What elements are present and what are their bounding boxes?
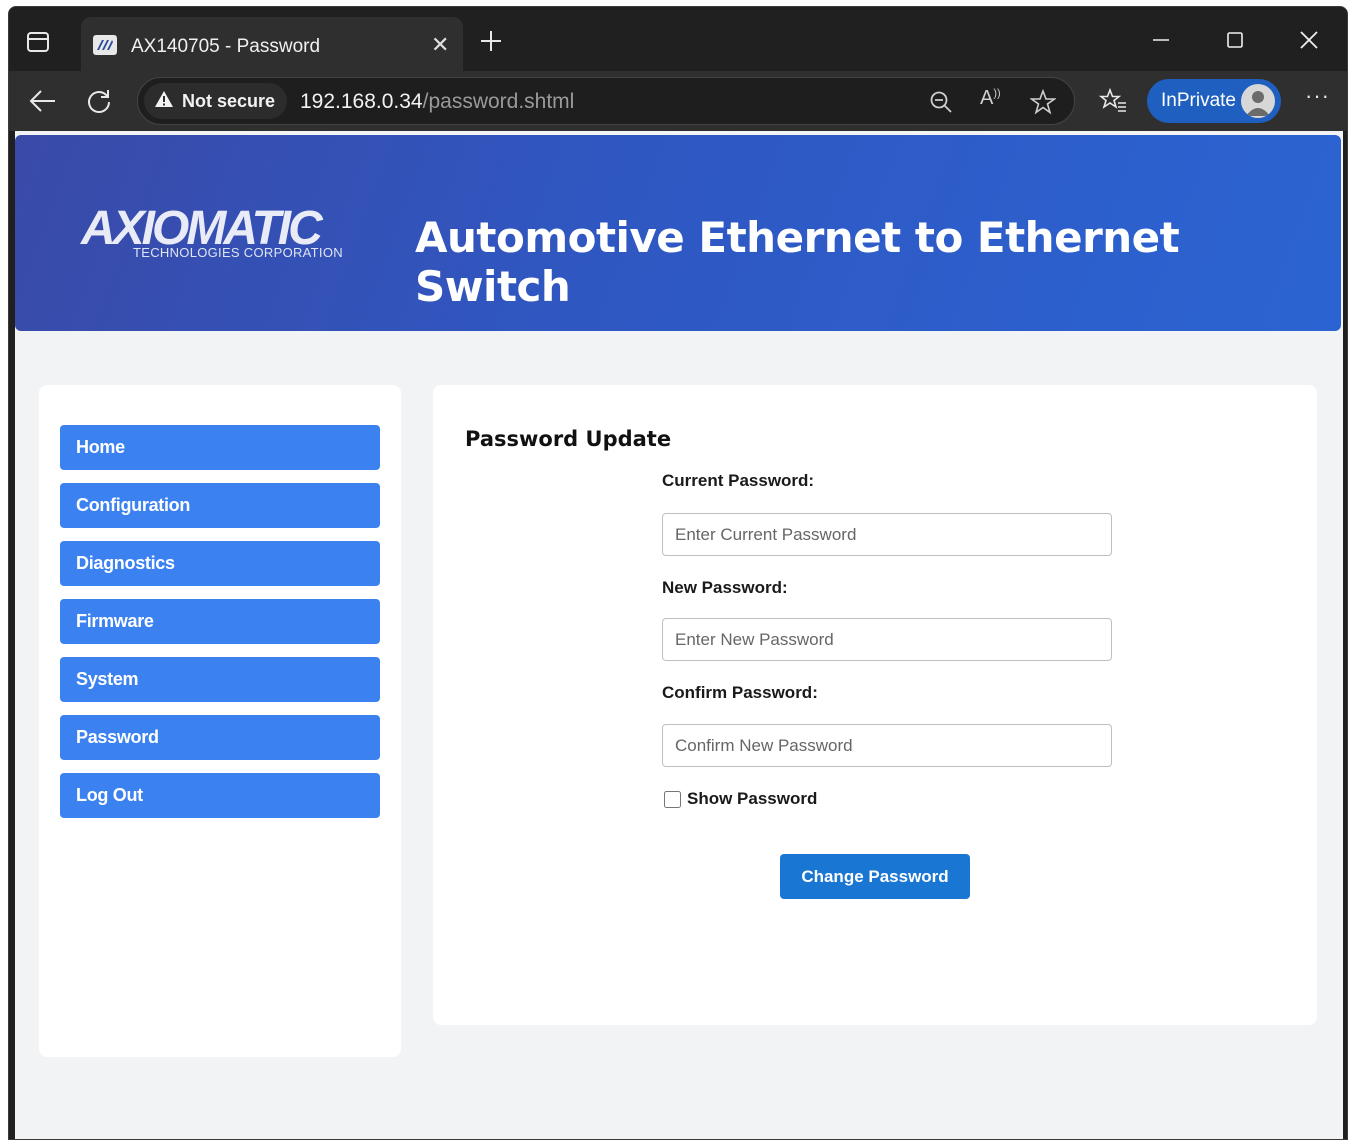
star-icon[interactable] xyxy=(1029,88,1057,120)
read-aloud-icon[interactable]: A)) xyxy=(980,87,1001,110)
url-path: /password.shtml xyxy=(422,90,575,113)
inprivate-label: InPrivate xyxy=(1161,90,1236,111)
new-password-label: New Password: xyxy=(662,578,788,597)
show-password-label[interactable]: Show Password xyxy=(687,789,817,809)
security-indicator[interactable]: Not secure xyxy=(144,83,288,119)
logo-subtext: TECHNOLOGIES CORPORATION xyxy=(133,245,343,260)
sidebar-item-configuration[interactable]: Configuration xyxy=(60,483,380,528)
show-password-row: Show Password xyxy=(664,789,817,809)
sidebar-item-diagnostics[interactable]: Diagnostics xyxy=(60,541,380,586)
tab-strip: AX140705 - Password ✕ xyxy=(9,7,1347,75)
sidebar-item-password[interactable]: Password xyxy=(60,715,380,760)
minimize-icon[interactable] xyxy=(1145,25,1181,55)
section-title: Password Update xyxy=(465,427,672,451)
security-label: Not secure xyxy=(182,90,276,111)
confirm-password-label: Confirm Password: xyxy=(662,683,818,702)
close-icon[interactable]: ✕ xyxy=(431,34,449,56)
sidebar-nav: Home Configuration Diagnostics Firmware … xyxy=(39,385,401,1057)
zoom-out-icon[interactable] xyxy=(928,89,954,120)
avatar xyxy=(1241,84,1275,118)
tab-actions-icon[interactable] xyxy=(25,29,53,57)
back-arrow-icon[interactable] xyxy=(27,87,57,120)
url-text[interactable]: 192.168.0.34/password.shtml xyxy=(300,90,574,114)
maximize-icon[interactable] xyxy=(1219,25,1255,55)
sidebar-item-system[interactable]: System xyxy=(60,657,380,702)
confirm-password-input[interactable] xyxy=(662,724,1112,767)
warning-icon xyxy=(154,90,174,113)
change-password-button[interactable]: Change Password xyxy=(780,854,970,899)
axiomatic-favicon xyxy=(93,35,117,55)
sidebar-item-logout[interactable]: Log Out xyxy=(60,773,380,818)
current-password-input[interactable] xyxy=(662,513,1112,556)
more-icon[interactable]: ··· xyxy=(1305,83,1330,109)
tab-title: AX140705 - Password xyxy=(131,36,321,57)
plus-icon[interactable] xyxy=(479,29,503,58)
url-host: 192.168.0.34 xyxy=(300,90,423,113)
browser-window: AX140705 - Password ✕ Not secure 192.168… xyxy=(8,6,1348,1140)
page-title: Automotive Ethernet to Ethernet Switch xyxy=(415,213,1180,311)
sidebar-item-home[interactable]: Home xyxy=(60,425,380,470)
show-password-checkbox[interactable] xyxy=(664,790,681,808)
refresh-icon[interactable] xyxy=(85,87,113,120)
sidebar-item-firmware[interactable]: Firmware xyxy=(60,599,380,644)
site-header: AXIOMATIC TECHNOLOGIES CORPORATION Autom… xyxy=(15,135,1341,331)
address-bar[interactable]: Not secure 192.168.0.34/password.shtml A… xyxy=(137,77,1075,125)
window-close-icon[interactable] xyxy=(1293,25,1329,55)
address-toolbar: Not secure 192.168.0.34/password.shtml A… xyxy=(9,71,1347,131)
new-password-input[interactable] xyxy=(662,618,1112,661)
inprivate-badge[interactable]: InPrivate xyxy=(1147,79,1281,123)
current-password-label: Current Password: xyxy=(662,471,815,490)
page-viewport: AXIOMATIC TECHNOLOGIES CORPORATION Autom… xyxy=(15,131,1343,1139)
axiomatic-logo: AXIOMATIC TECHNOLOGIES CORPORATION xyxy=(81,201,351,261)
browser-tab-active[interactable]: AX140705 - Password ✕ xyxy=(81,17,463,75)
favorites-icon[interactable] xyxy=(1098,87,1127,118)
password-panel: Password Update Current Password: New Pa… xyxy=(433,385,1317,1025)
